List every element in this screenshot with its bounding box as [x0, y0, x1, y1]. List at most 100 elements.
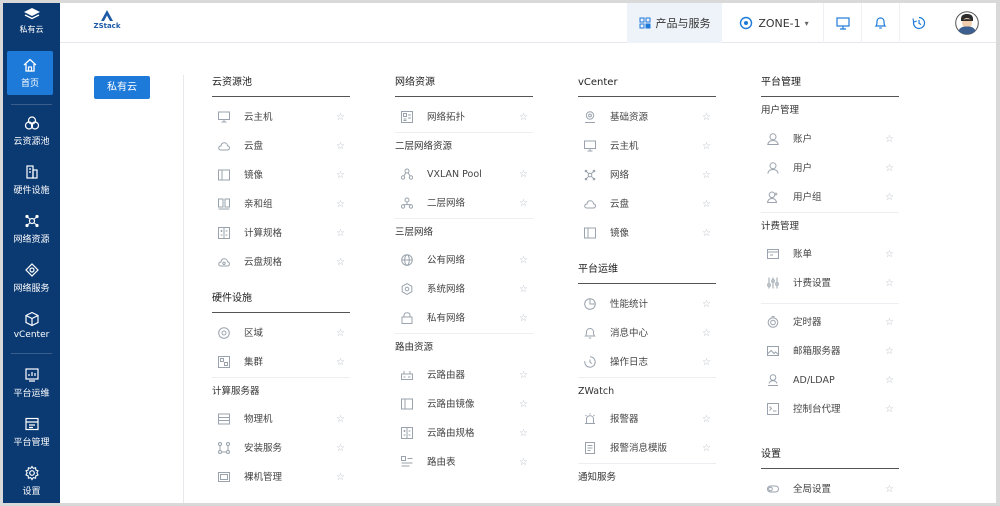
menu-item-scheduler[interactable]: 定时器 ☆ — [761, 308, 899, 337]
star-icon[interactable]: ☆ — [519, 275, 528, 304]
star-icon[interactable]: ☆ — [519, 390, 528, 419]
menu-item-affinity-group[interactable]: 亲和组 ☆ — [212, 190, 350, 219]
menu-item-compute-spec[interactable]: 计算规格 ☆ — [212, 219, 350, 248]
menu-item-l2-network[interactable]: 二层网络 ☆ — [395, 189, 533, 218]
menu-item-vrouter[interactable]: 云路由器 ☆ — [395, 361, 533, 390]
star-icon[interactable]: ☆ — [336, 103, 345, 132]
zstack-logo[interactable]: ZStack — [90, 9, 124, 30]
star-icon[interactable]: ☆ — [519, 361, 528, 390]
star-icon[interactable]: ☆ — [519, 246, 528, 275]
avatar[interactable] — [955, 11, 979, 35]
products-services-button[interactable]: 产品与服务 — [627, 3, 722, 43]
star-icon[interactable]: ☆ — [702, 319, 711, 348]
star-icon[interactable]: ☆ — [519, 419, 528, 448]
star-icon[interactable]: ☆ — [885, 308, 894, 337]
star-icon[interactable]: ☆ — [336, 434, 345, 463]
menu-item-vcenter-vm[interactable]: 云主机 ☆ — [578, 132, 716, 161]
menu-item-global-settings[interactable]: 全局设置 ☆ — [761, 475, 899, 503]
star-icon[interactable]: ☆ — [885, 475, 894, 503]
menu-item-route-table[interactable]: 路由表 ☆ — [395, 448, 533, 477]
menu-item-cluster[interactable]: 集群 ☆ — [212, 348, 350, 377]
star-icon[interactable]: ☆ — [702, 290, 711, 319]
star-icon[interactable]: ☆ — [336, 405, 345, 434]
star-icon[interactable]: ☆ — [336, 319, 345, 348]
sidebar-item-platform-admin[interactable]: 平台管理 — [3, 408, 60, 456]
menu-item-email-server[interactable]: 邮箱服务器 ☆ — [761, 337, 899, 366]
star-icon[interactable]: ☆ — [336, 132, 345, 161]
star-icon[interactable]: ☆ — [336, 348, 345, 377]
menu-item-billing-settings[interactable]: 计费设置 ☆ — [761, 269, 899, 298]
menu-item-vxlan-pool[interactable]: VXLAN Pool ☆ — [395, 160, 533, 189]
menu-item-vcenter-image[interactable]: 镜像 ☆ — [578, 219, 716, 248]
star-icon[interactable]: ☆ — [336, 248, 345, 277]
menu-item-alarm-template[interactable]: 报警消息模版 ☆ — [578, 434, 716, 463]
star-icon[interactable]: ☆ — [885, 269, 894, 298]
star-icon[interactable]: ☆ — [702, 348, 711, 377]
menu-item-system-network[interactable]: 系统网络 ☆ — [395, 275, 533, 304]
star-icon[interactable]: ☆ — [702, 190, 711, 219]
star-icon[interactable]: ☆ — [702, 103, 711, 132]
star-icon[interactable]: ☆ — [885, 154, 894, 183]
menu-item-vcenter-network[interactable]: 网络 ☆ — [578, 161, 716, 190]
star-icon[interactable]: ☆ — [336, 463, 345, 492]
sidebar-item-settings[interactable]: 设置 — [3, 457, 60, 503]
menu-item-public-network[interactable]: 公有网络 ☆ — [395, 246, 533, 275]
star-icon[interactable]: ☆ — [885, 337, 894, 366]
star-icon[interactable]: ☆ — [885, 183, 894, 212]
task-history-button[interactable] — [899, 3, 937, 43]
star-icon[interactable]: ☆ — [702, 405, 711, 434]
menu-item-host[interactable]: 物理机 ☆ — [212, 405, 350, 434]
menu-item-baremetal[interactable]: 裸机管理 ☆ — [212, 463, 350, 492]
star-icon[interactable]: ☆ — [336, 190, 345, 219]
menu-item-install-service[interactable]: 安装服务 ☆ — [212, 434, 350, 463]
sidebar-item-network-resource[interactable]: 网络资源 — [3, 205, 60, 253]
menu-item-account[interactable]: 账户 ☆ — [761, 125, 899, 154]
menu-item-network-topology[interactable]: 网络拓扑 ☆ — [395, 103, 533, 132]
star-icon[interactable]: ☆ — [885, 125, 894, 154]
star-icon[interactable]: ☆ — [519, 103, 528, 132]
star-icon[interactable]: ☆ — [702, 434, 711, 463]
menu-item-vrouter-spec[interactable]: 云路由规格 ☆ — [395, 419, 533, 448]
menu-item-vm[interactable]: 云主机 ☆ — [212, 103, 350, 132]
star-icon[interactable]: ☆ — [702, 161, 711, 190]
star-icon[interactable]: ☆ — [336, 161, 345, 190]
star-icon[interactable]: ☆ — [336, 219, 345, 248]
sidebar-item-vcenter[interactable]: vCenter — [3, 303, 60, 351]
sidebar-item-hardware[interactable]: 硬件设施 — [3, 156, 60, 204]
private-cloud-button[interactable]: 私有云 — [94, 76, 150, 99]
menu-item-vrouter-image[interactable]: 云路由镜像 ☆ — [395, 390, 533, 419]
star-icon[interactable]: ☆ — [519, 160, 528, 189]
menu-item-private-network[interactable]: 私有网络 ☆ — [395, 304, 533, 333]
notification-button[interactable] — [861, 3, 899, 43]
menu-item-user[interactable]: 用户 ☆ — [761, 154, 899, 183]
sidebar-item-cloud-pool[interactable]: 云资源池 — [3, 107, 60, 155]
menu-item-vcenter-volume[interactable]: 云盘 ☆ — [578, 190, 716, 219]
menu-item-zone[interactable]: 区域 ☆ — [212, 319, 350, 348]
menu-item-bill[interactable]: 账单 ☆ — [761, 240, 899, 269]
sidebar-item-network-service[interactable]: 网络服务 — [3, 254, 60, 302]
menu-item-performance[interactable]: 性能统计 ☆ — [578, 290, 716, 319]
monitor-button[interactable] — [823, 3, 861, 43]
sidebar-item-home[interactable]: 首页 — [7, 51, 53, 95]
menu-item-image[interactable]: 镜像 ☆ — [212, 161, 350, 190]
zone-selector[interactable]: ZONE-1 ▾ — [728, 3, 820, 43]
menu-item-volume[interactable]: 云盘 ☆ — [212, 132, 350, 161]
menu-item-volume-spec[interactable]: 云盘规格 ☆ — [212, 248, 350, 277]
star-icon[interactable]: ☆ — [702, 132, 711, 161]
star-icon[interactable]: ☆ — [519, 304, 528, 333]
star-icon[interactable]: ☆ — [702, 219, 711, 248]
star-icon[interactable]: ☆ — [885, 240, 894, 269]
menu-item-basic-resource[interactable]: 基础资源 ☆ — [578, 103, 716, 132]
brand[interactable]: 私有云 — [3, 3, 60, 43]
menu-item-alarm[interactable]: 报警器 ☆ — [578, 405, 716, 434]
menu-item-user-group[interactable]: 用户组 ☆ — [761, 183, 899, 212]
star-icon[interactable]: ☆ — [885, 395, 894, 424]
menu-item-message-center[interactable]: 消息中心 ☆ — [578, 319, 716, 348]
menu-item-ad-ldap[interactable]: AD/LDAP ☆ — [761, 366, 899, 395]
star-icon[interactable]: ☆ — [885, 366, 894, 395]
star-icon[interactable]: ☆ — [519, 448, 528, 477]
menu-item-operation-log[interactable]: 操作日志 ☆ — [578, 348, 716, 377]
menu-item-console-proxy[interactable]: 控制台代理 ☆ — [761, 395, 899, 424]
star-icon[interactable]: ☆ — [519, 189, 528, 218]
sidebar-item-ops[interactable]: 平台运维 — [3, 359, 60, 407]
